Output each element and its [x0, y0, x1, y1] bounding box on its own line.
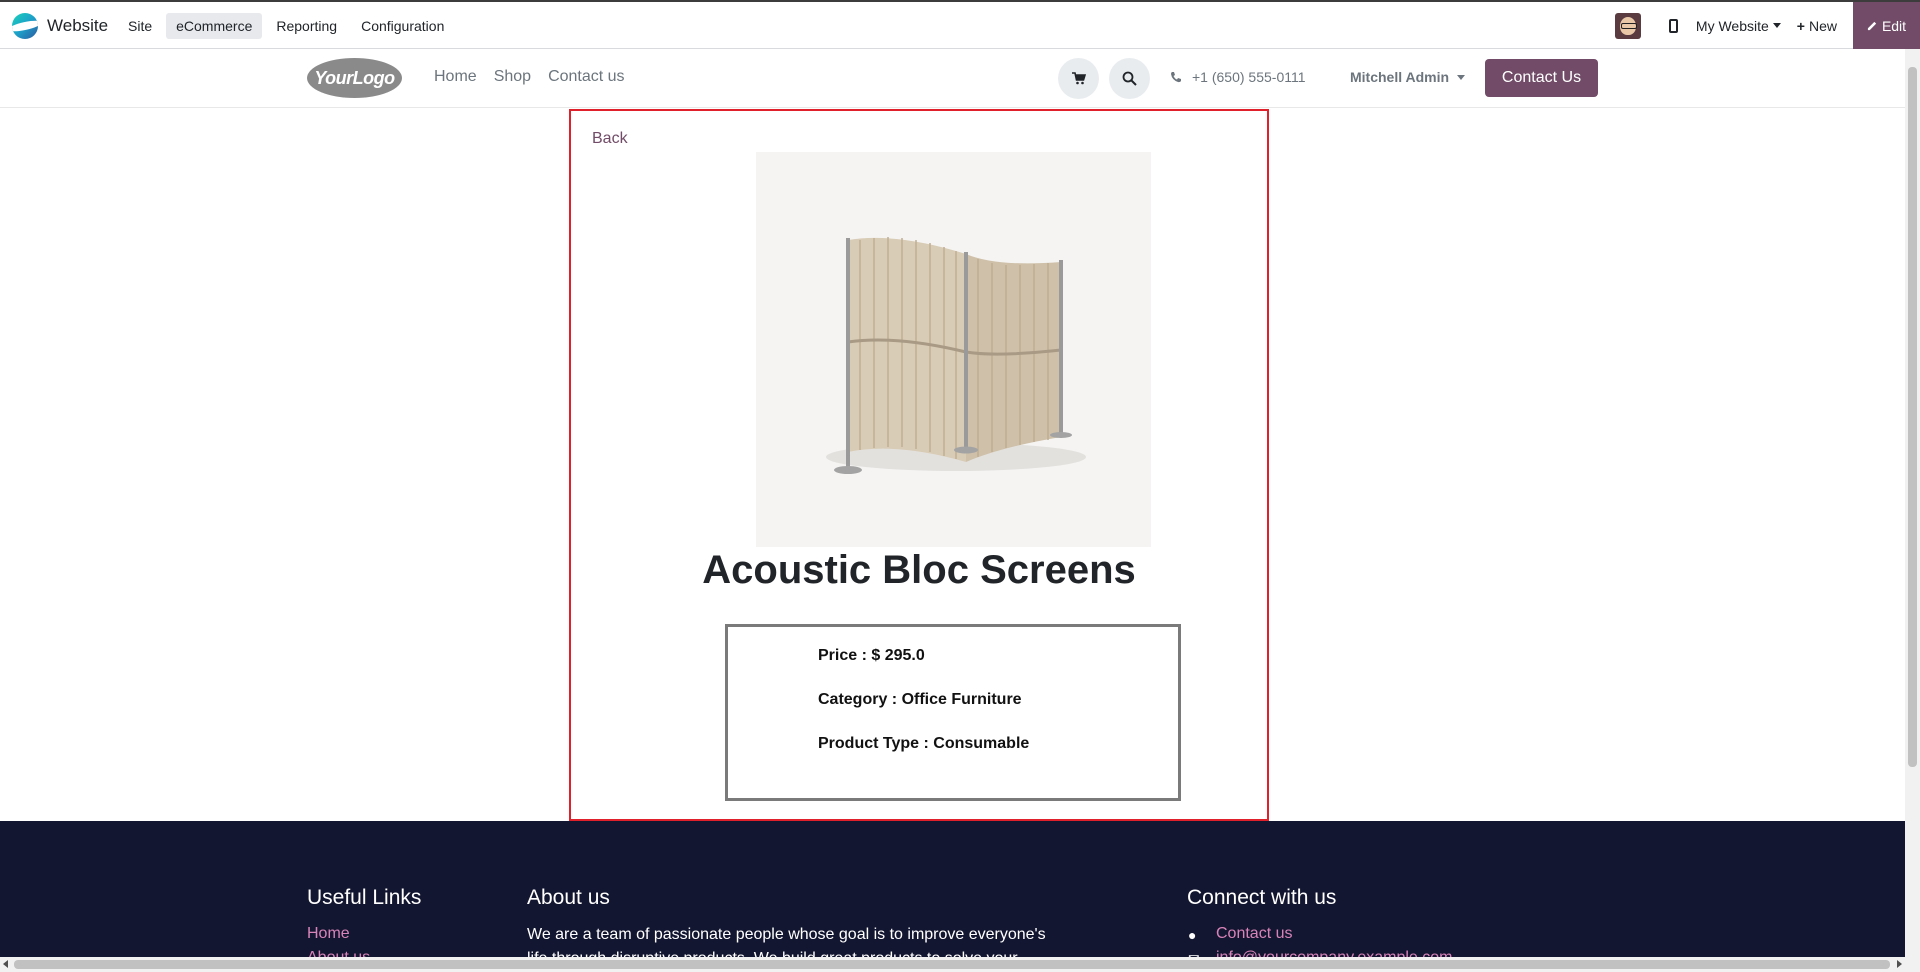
site-nav: Home Shop Contact us [434, 68, 625, 86]
menu-site[interactable]: Site [118, 13, 162, 39]
main-menu: Site eCommerce Reporting Configuration [118, 13, 454, 39]
about-heading: About us [527, 886, 610, 909]
app-name[interactable]: Website [47, 16, 108, 36]
user-name: Mitchell Admin [1350, 69, 1450, 85]
cart-button[interactable] [1058, 58, 1099, 99]
site-phone[interactable]: +1 (650) 555-0111 [1170, 69, 1306, 85]
new-button-label: New [1808, 17, 1837, 34]
new-button[interactable]: + New [1797, 18, 1837, 34]
chevron-down-icon [1457, 74, 1466, 80]
mobile-preview-icon[interactable] [1668, 18, 1678, 33]
product-image [756, 152, 1151, 547]
site-logo[interactable]: YourLogo [307, 58, 402, 98]
plus-icon: + [1796, 17, 1805, 34]
product-price: Price : $ 295.0 [818, 647, 925, 664]
website-selector[interactable]: My Website [1696, 18, 1781, 34]
cart-icon [1071, 72, 1086, 85]
pencil-icon [1867, 21, 1877, 31]
website-app-icon[interactable] [12, 13, 38, 39]
acoustic-screen-illustration [826, 237, 1086, 474]
nav-contact[interactable]: Contact us [548, 68, 624, 86]
nav-shop[interactable]: Shop [494, 68, 531, 86]
back-link[interactable]: Back [592, 130, 628, 148]
comment-icon: ● [1188, 927, 1197, 943]
product-details-box: Price : $ 295.0 Category : Office Furnit… [725, 624, 1181, 801]
menu-reporting[interactable]: Reporting [266, 13, 347, 39]
vertical-scroll-thumb[interactable] [1908, 67, 1917, 767]
menu-ecommerce[interactable]: eCommerce [166, 13, 263, 39]
footer-contact-link[interactable]: Contact us [1216, 925, 1292, 943]
search-button[interactable] [1109, 58, 1150, 99]
search-icon [1122, 71, 1137, 86]
website-selector-label: My Website [1695, 17, 1769, 34]
nav-home[interactable]: Home [434, 68, 477, 86]
user-avatar[interactable] [1614, 12, 1641, 39]
scroll-left-icon[interactable] [3, 960, 8, 968]
website-header: YourLogo Home Shop Contact us +1 (650) 5… [0, 49, 1905, 108]
user-menu[interactable]: Mitchell Admin [1350, 69, 1466, 85]
chevron-down-icon [1772, 23, 1781, 28]
product-detail-section: Back Acoustic Bloc Screens Price: $ 295… [569, 109, 1269, 821]
menu-configuration[interactable]: Configuration [351, 13, 454, 39]
phone-icon [1171, 72, 1181, 83]
phone-number: +1 (650) 555-0111 [1192, 69, 1306, 85]
product-category: Category : Office Furniture [818, 691, 1022, 708]
scroll-right-icon[interactable] [1897, 960, 1902, 968]
product-title: Acoustic Bloc Screens [702, 548, 1136, 592]
connect-heading: Connect with us [1187, 886, 1337, 909]
footer-link-home[interactable]: Home [307, 925, 350, 943]
contact-us-button[interactable]: Contact Us [1485, 59, 1598, 97]
vertical-scrollbar[interactable] [1905, 49, 1920, 972]
edit-button-label: Edit [1881, 17, 1907, 34]
product-type: Product Type : Consumable [818, 735, 1030, 752]
edit-button[interactable]: Edit [1853, 2, 1920, 49]
useful-links-heading: Useful Links [307, 886, 422, 909]
horizontal-scrollbar[interactable] [0, 957, 1905, 972]
site-footer: Useful Links Home About us About us We a… [0, 821, 1905, 972]
navbar-right: My Website + New Edit [1614, 2, 1920, 49]
horizontal-scroll-thumb[interactable] [14, 960, 1890, 969]
odoo-navbar: Website Site eCommerce Reporting Configu… [0, 0, 1920, 49]
